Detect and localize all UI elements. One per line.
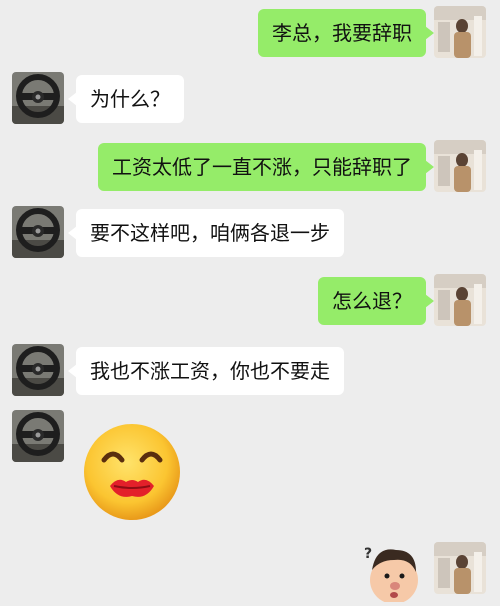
message-text: 我也不涨工资，你也不要走 (90, 359, 330, 383)
confused-face-sticker[interactable]: ? (360, 540, 424, 604)
message-row: 为什么？ (0, 72, 500, 126)
my-message-bubble[interactable]: 李总，我要辞职 (258, 9, 434, 57)
steering-wheel-icon (12, 72, 64, 124)
my-avatar[interactable] (434, 140, 486, 192)
message-row: 怎么退？ (0, 274, 500, 328)
message-text: 为什么？ (90, 87, 170, 111)
my-avatar[interactable] (434, 6, 486, 58)
kissing-smiley-icon (84, 424, 180, 520)
person-photo-icon (434, 542, 486, 594)
message-text: 怎么退？ (332, 289, 412, 313)
message-text: 李总，我要辞职 (272, 21, 412, 45)
boss-avatar[interactable] (12, 206, 64, 258)
my-avatar[interactable] (434, 542, 486, 594)
message-row (0, 410, 500, 520)
message-row: 要不这样吧，咱俩各退一步 (0, 206, 500, 260)
boss-avatar[interactable] (12, 72, 64, 124)
steering-wheel-icon (12, 206, 64, 258)
boss-message-bubble[interactable]: 我也不涨工资，你也不要走 (68, 347, 344, 395)
message-row: ? (0, 538, 500, 604)
person-photo-icon (434, 274, 486, 326)
chat-area: 李总，我要辞职 为什么？ 工资太低了一直不涨，只能辞职了 要不这样吧，咱俩各退一… (0, 0, 500, 604)
message-text: 要不这样吧，咱俩各退一步 (90, 221, 330, 245)
svg-text:?: ? (364, 546, 372, 562)
kissing-smiley-emoji[interactable] (80, 420, 184, 524)
message-row: 工资太低了一直不涨，只能辞职了 (0, 140, 500, 194)
message-row: 李总，我要辞职 (0, 6, 500, 60)
my-message-bubble[interactable]: 工资太低了一直不涨，只能辞职了 (98, 143, 434, 191)
steering-wheel-icon (12, 410, 64, 462)
confused-face-icon: ? (360, 540, 424, 604)
my-message-bubble[interactable]: 怎么退？ (318, 277, 434, 325)
boss-avatar[interactable] (12, 410, 64, 462)
my-avatar[interactable] (434, 274, 486, 326)
boss-message-bubble[interactable]: 要不这样吧，咱俩各退一步 (68, 209, 344, 257)
message-text: 工资太低了一直不涨，只能辞职了 (112, 155, 412, 179)
boss-avatar[interactable] (12, 344, 64, 396)
message-row: 我也不涨工资，你也不要走 (0, 344, 500, 398)
boss-message-bubble[interactable]: 为什么？ (68, 75, 184, 123)
person-photo-icon (434, 6, 486, 58)
person-photo-icon (434, 140, 486, 192)
steering-wheel-icon (12, 344, 64, 396)
